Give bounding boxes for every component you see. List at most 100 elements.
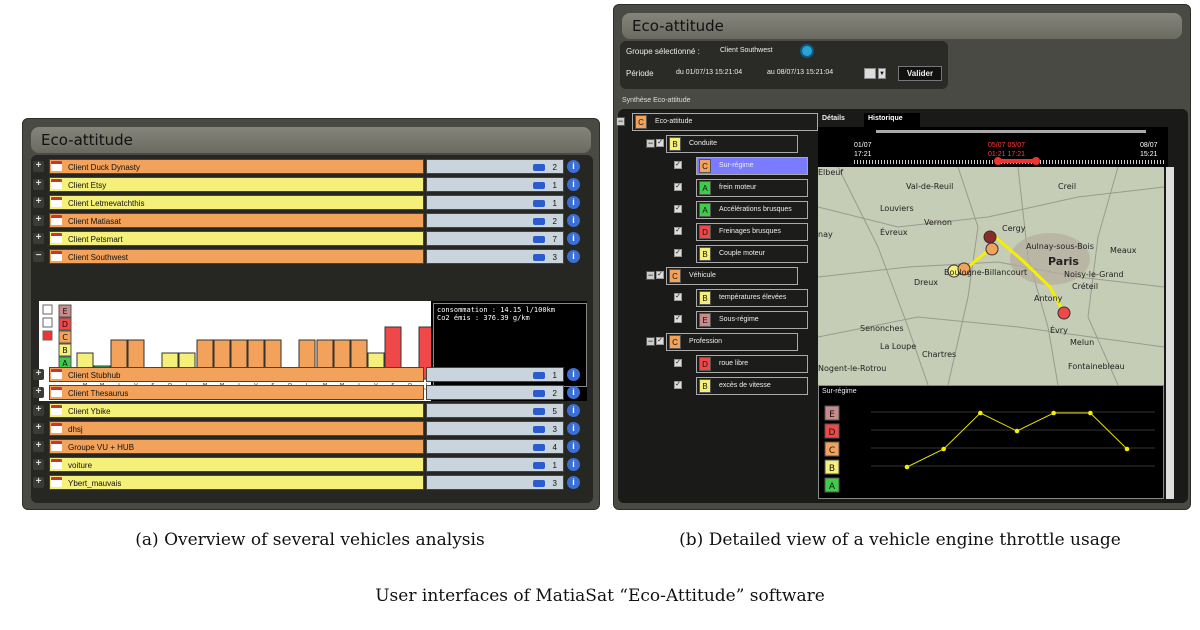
expand-icon[interactable]: +: [33, 441, 44, 452]
info-icon[interactable]: i: [567, 404, 580, 417]
route-map[interactable]: Val-de-Reuil Creil Louviers Vernon Évreux Cer…: [818, 167, 1164, 385]
group-name[interactable]: Client Etsy: [49, 177, 424, 192]
info-icon[interactable]: i: [567, 458, 580, 471]
tree-item[interactable]: C Sur-régime: [696, 157, 808, 175]
tree-item[interactable]: B Couple moteur: [696, 245, 808, 263]
tree-item[interactable]: C Véhicule: [666, 267, 798, 285]
checkbox[interactable]: ✓: [674, 161, 682, 169]
tree-item[interactable]: E Sous-régime: [696, 311, 808, 329]
checkbox[interactable]: ✓: [674, 227, 682, 235]
group-row[interactable]: + Client Stubhub 1 i: [31, 367, 593, 382]
checkbox[interactable]: ✓: [674, 183, 682, 191]
timeline-handle-end[interactable]: [1032, 157, 1040, 165]
tree-item[interactable]: Droue libre: [696, 355, 808, 373]
expand-icon[interactable]: +: [33, 369, 44, 380]
info-icon[interactable]: i: [567, 422, 580, 435]
info-icon[interactable]: i: [567, 476, 580, 489]
tree-item[interactable]: Bexcès de vitesse: [696, 377, 808, 395]
group-row[interactable]: + Client Matiasat 2 i: [31, 213, 593, 228]
expand-icon[interactable]: +: [33, 477, 44, 488]
checkbox[interactable]: ✓: [674, 205, 682, 213]
info-icon[interactable]: i: [567, 232, 580, 245]
checkbox[interactable]: ✓: [674, 381, 682, 389]
group-name[interactable]: Groupe VU + HUB: [49, 439, 424, 454]
checkbox[interactable]: ✓: [674, 249, 682, 257]
chart-scrollbar[interactable]: [1166, 385, 1174, 499]
info-icon[interactable]: i: [567, 160, 580, 173]
checkbox[interactable]: ✓: [656, 337, 664, 345]
tree-item[interactable]: A Accélérations brusques: [696, 201, 808, 219]
expand-icon[interactable]: +: [33, 405, 44, 416]
tree-item[interactable]: Btempératures élevées: [696, 289, 808, 307]
expand-icon[interactable]: +: [33, 423, 44, 434]
collapse-icon[interactable]: −: [616, 117, 625, 126]
tree-item[interactable]: B Conduite: [666, 135, 798, 153]
timeline[interactable]: 01/07 17:21 05/07 05/07 01:21 17:21 08/0…: [818, 127, 1168, 167]
group-row[interactable]: + Client Letmevatchthis 1 i: [31, 195, 593, 210]
group-name[interactable]: Client Duck Dynasty: [49, 159, 424, 174]
tab-details[interactable]: Détails: [818, 113, 862, 127]
valider-button[interactable]: Valider: [898, 66, 942, 81]
view-icon[interactable]: [42, 304, 53, 315]
group-name[interactable]: voiture: [49, 457, 424, 472]
checkbox[interactable]: ✓: [656, 271, 664, 279]
group-name[interactable]: Client Letmevatchthis: [49, 195, 424, 210]
tree-item[interactable]: D Freinages brusques: [696, 223, 808, 241]
view-icon[interactable]: [42, 330, 53, 341]
collapse-icon[interactable]: −: [33, 251, 44, 262]
group-row[interactable]: + Groupe VU + HUB 4 i: [31, 439, 593, 454]
timeline-range[interactable]: [996, 159, 1036, 163]
info-icon[interactable]: i: [567, 386, 580, 399]
group-row[interactable]: + Client Petsmart 7 i: [31, 231, 593, 246]
group-row[interactable]: + voiture 1 i: [31, 457, 593, 472]
checkbox[interactable]: ✓: [674, 315, 682, 323]
route-marker[interactable]: [985, 242, 999, 256]
steering-wheel-icon[interactable]: [800, 44, 814, 58]
timeline-scrollbar[interactable]: [876, 130, 1146, 133]
tree-item[interactable]: C Eco-attitude: [632, 113, 818, 131]
group-row[interactable]: + dhsj 3 i: [31, 421, 593, 436]
expand-icon[interactable]: +: [33, 233, 44, 244]
group-row[interactable]: + Client Duck Dynasty 2 i: [31, 159, 593, 174]
group-row[interactable]: + Ybert_mauvais 3 i: [31, 475, 593, 490]
group-row[interactable]: + Client Etsy 1 i: [31, 177, 593, 192]
group-row[interactable]: + Client Ybike 5 i: [31, 403, 593, 418]
collapse-icon[interactable]: −: [646, 271, 655, 280]
checkbox[interactable]: ✓: [656, 139, 664, 147]
collapse-icon[interactable]: −: [646, 337, 655, 346]
expand-icon[interactable]: +: [33, 197, 44, 208]
tree-item[interactable]: C Profession: [666, 333, 798, 351]
checkbox[interactable]: ✓: [674, 293, 682, 301]
tree-item[interactable]: Afrein moteur: [696, 179, 808, 197]
expand-icon[interactable]: +: [33, 161, 44, 172]
group-row[interactable]: − Client Southwest 3 i: [31, 249, 593, 264]
info-icon[interactable]: i: [567, 250, 580, 263]
map-scrollbar[interactable]: [1166, 167, 1174, 385]
timeline-handle-start[interactable]: [994, 157, 1002, 165]
group-name[interactable]: Client Stubhub: [49, 367, 424, 382]
tab-historique[interactable]: Historique: [864, 113, 920, 127]
info-icon[interactable]: i: [567, 440, 580, 453]
chevron-down-icon[interactable]: ▼: [878, 68, 886, 79]
info-icon[interactable]: i: [567, 196, 580, 209]
group-name[interactable]: Client Thesaurus: [49, 385, 424, 400]
expand-icon[interactable]: +: [33, 215, 44, 226]
calendar-icon[interactable]: [864, 68, 876, 79]
group-name[interactable]: Ybert_mauvais: [49, 475, 424, 490]
expand-icon[interactable]: +: [33, 179, 44, 190]
group-name[interactable]: Client Ybike: [49, 403, 424, 418]
group-name[interactable]: dhsj: [49, 421, 424, 436]
expand-icon[interactable]: +: [33, 387, 44, 398]
group-name[interactable]: Client Petsmart: [49, 231, 424, 246]
view-icon[interactable]: [42, 317, 53, 328]
info-icon[interactable]: i: [567, 214, 580, 227]
expand-icon[interactable]: +: [33, 459, 44, 470]
checkbox[interactable]: ✓: [674, 359, 682, 367]
group-row[interactable]: + Client Thesaurus 2 i: [31, 385, 593, 400]
info-icon[interactable]: i: [567, 178, 580, 191]
collapse-icon[interactable]: −: [646, 139, 655, 148]
group-name[interactable]: Client Southwest: [49, 249, 424, 264]
route-marker[interactable]: [983, 230, 997, 244]
info-icon[interactable]: i: [567, 368, 580, 381]
route-marker[interactable]: [1057, 306, 1071, 320]
